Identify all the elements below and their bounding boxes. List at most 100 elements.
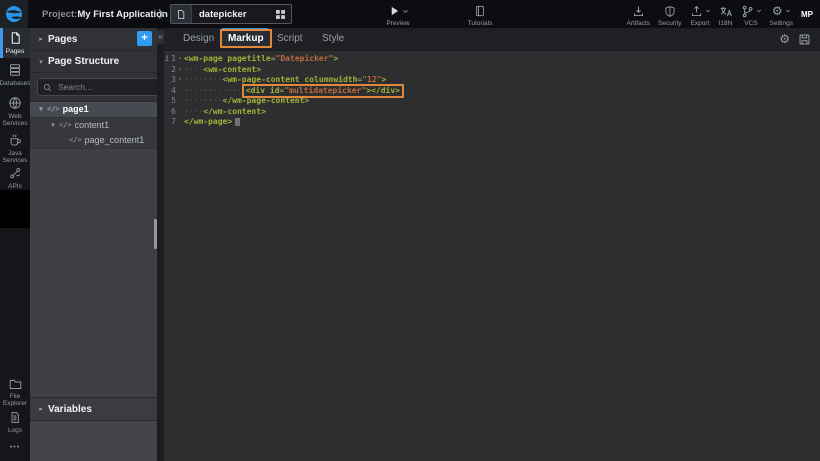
security-shield-icon — [664, 5, 676, 18]
tree-item-page-content1[interactable]: </> page_content1 — [30, 133, 157, 149]
rail-item-logs[interactable]: Logs — [0, 408, 30, 436]
tutorials-label: Tutorials — [468, 20, 493, 27]
tree-item-page1[interactable]: ▾ </> page1 — [30, 102, 157, 118]
vcs-label: VCS — [744, 20, 757, 27]
export-chevron-icon — [705, 8, 711, 14]
i18n-button[interactable]: I18N — [719, 4, 733, 27]
page-file-icon — [171, 5, 192, 23]
rail-label-pages: Pages — [6, 48, 24, 55]
preview-chevron-icon[interactable] — [402, 8, 409, 15]
rail-item-java-services[interactable]: Java Services — [0, 130, 30, 166]
globe-icon — [8, 96, 22, 110]
vcs-chevron-icon — [756, 8, 762, 14]
project-name: My First Application — [77, 9, 167, 20]
code-line[interactable]: i1▾<wm-page pagetitle="Datepicker"> — [164, 54, 820, 65]
editor-tabbar: Design Markup Script Style ⚙ — [164, 28, 820, 51]
rail-item-file-explorer[interactable]: File Explorer — [0, 376, 30, 408]
preview-button[interactable]: Preview — [378, 4, 418, 27]
editor-actions: ⚙ — [779, 28, 811, 50]
search-input[interactable] — [56, 81, 171, 93]
folder-icon — [9, 378, 22, 390]
rail-label-java-services: Java Services — [2, 150, 28, 164]
export-button[interactable]: Export — [690, 4, 711, 27]
pages-document-icon — [9, 31, 22, 45]
collapse-panel-button[interactable]: « — [157, 30, 164, 44]
page-structure-label: Page Structure — [48, 56, 119, 67]
api-nodes-icon — [9, 167, 22, 180]
caret-down-icon[interactable]: ▾ — [36, 58, 46, 66]
vcs-branch-icon — [741, 5, 754, 18]
settings-label: Settings — [770, 20, 794, 27]
topbar: Project:My First Application datepicker — [0, 0, 820, 28]
tree-label-page1: page1 — [63, 104, 89, 114]
code-line[interactable]: 4············<div id="multidatepicker"><… — [164, 86, 820, 97]
widgets-grid-icon[interactable] — [275, 9, 286, 20]
settings-button[interactable]: ⚙ Settings — [770, 4, 794, 27]
app-logo[interactable] — [0, 0, 28, 28]
artifacts-download-icon — [632, 5, 645, 18]
caret-down-icon[interactable]: ▾ — [37, 105, 45, 113]
open-page-name: datepicker — [199, 9, 247, 20]
project-breadcrumb: Project:My First Application — [42, 0, 168, 28]
project-label: Project: — [42, 9, 77, 20]
tab-script[interactable]: Script — [277, 28, 303, 50]
tree-label-page-content1: page_content1 — [85, 135, 145, 145]
rail-more-button[interactable]: ••• — [0, 436, 30, 461]
left-rail: Pages Databases Web Services Java Servic… — [0, 28, 30, 461]
pages-header-label: Pages — [48, 34, 77, 45]
search-row — [30, 73, 157, 102]
rail-label-apis: APIs — [8, 183, 22, 190]
editor-area: Design Markup Script Style ⚙ i1▾<wm-page… — [164, 28, 820, 461]
open-page-tab[interactable]: datepicker — [170, 4, 292, 24]
add-page-button[interactable]: + — [137, 31, 152, 46]
code-editor[interactable]: i1▾<wm-page pagetitle="Datepicker">2▾···… — [164, 50, 820, 461]
search-icon — [43, 83, 52, 92]
variables-section-header[interactable]: ▸ Variables — [30, 397, 157, 421]
caret-down-icon[interactable]: ▾ — [49, 121, 57, 129]
play-icon — [388, 5, 400, 17]
tree-item-content1[interactable]: ▾ </> content1 — [30, 118, 157, 134]
tree-empty-area — [30, 149, 157, 398]
tab-style[interactable]: Style — [322, 28, 344, 50]
tree-label-content1: content1 — [75, 120, 110, 130]
rail-separator — [0, 190, 30, 228]
rail-label-databases: Databases — [0, 80, 31, 87]
breadcrumb-chevron-icon — [156, 8, 166, 20]
rail-item-web-services[interactable]: Web Services — [0, 92, 30, 130]
caret-right-icon[interactable]: ▸ — [36, 405, 46, 413]
page-structure-header[interactable]: ▾ Page Structure — [30, 51, 157, 73]
search-box[interactable] — [37, 78, 177, 96]
pages-panel: ▸ Pages + ▾ Page Structure ▾ </> page1 ▾… — [30, 28, 157, 461]
tab-design[interactable]: Design — [183, 28, 214, 50]
coffee-cup-icon — [8, 133, 22, 147]
pages-section-header[interactable]: ▸ Pages + — [30, 28, 157, 51]
preview-label: Preview — [386, 20, 409, 27]
panel-collapse-strip: « — [157, 28, 164, 461]
rail-item-apis[interactable]: APIs — [0, 166, 30, 190]
export-upload-icon — [690, 5, 703, 18]
rail-item-pages[interactable]: Pages — [0, 28, 30, 58]
artifacts-button[interactable]: Artifacts — [627, 4, 650, 27]
panel-footer — [30, 421, 157, 461]
code-line[interactable]: 6····</wm-content> — [164, 107, 820, 118]
tutorials-book-icon — [474, 5, 486, 17]
code-tag-icon: </> — [69, 136, 82, 144]
caret-right-icon[interactable]: ▸ — [36, 35, 46, 43]
code-line[interactable]: 2▾····<wm-content> — [164, 65, 820, 76]
tutorials-button[interactable]: Tutorials — [458, 4, 502, 27]
rail-label-logs: Logs — [8, 427, 22, 434]
artifacts-label: Artifacts — [627, 20, 650, 27]
rail-item-databases[interactable]: Databases — [0, 58, 30, 92]
user-avatar[interactable]: MP — [797, 4, 817, 24]
code-line[interactable]: 5········</wm-page-content> — [164, 96, 820, 107]
security-button[interactable]: Security — [658, 4, 681, 27]
code-line[interactable]: 7</wm-page> — [164, 117, 820, 128]
vcs-button[interactable]: VCS — [741, 4, 762, 27]
rail-spacer — [0, 228, 30, 376]
i18n-translate-icon — [719, 5, 733, 18]
editor-settings-gear-icon[interactable]: ⚙ — [779, 33, 790, 45]
tab-markup[interactable]: Markup — [220, 29, 272, 48]
save-icon[interactable] — [798, 33, 811, 46]
rail-label-web-services: Web Services — [2, 113, 28, 127]
databases-icon — [8, 63, 22, 77]
